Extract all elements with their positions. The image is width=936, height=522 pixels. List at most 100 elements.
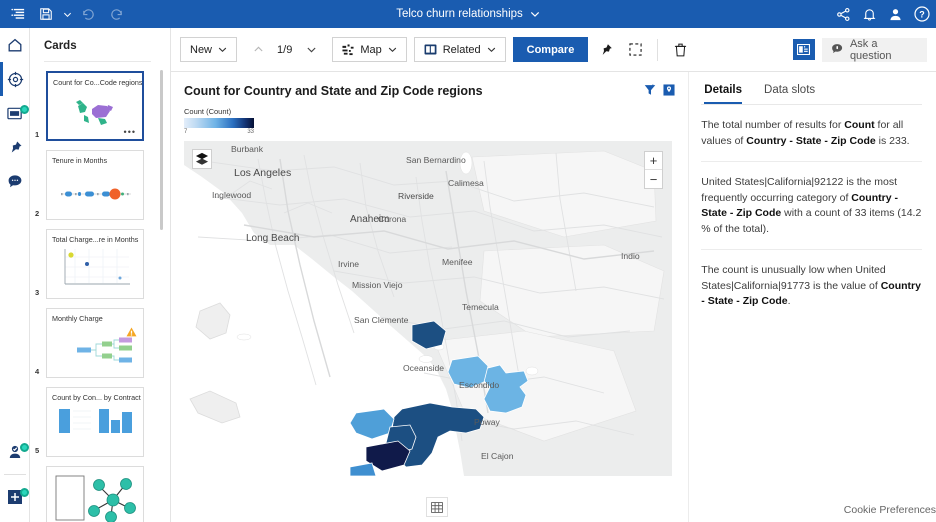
card-label: Count for Co...Code regions xyxy=(53,78,142,87)
user-icon[interactable] xyxy=(888,7,903,22)
share-icon[interactable] xyxy=(836,7,851,22)
cards-panel-title: Cards xyxy=(44,40,77,52)
tab-details[interactable]: Details xyxy=(704,84,743,104)
pin-icon xyxy=(603,43,613,55)
card-thumbnail-5[interactable]: Count by Con... by Contract xyxy=(46,387,144,457)
choropleth-map[interactable]: Burbank Los Angeles Inglewood Long Beach… xyxy=(184,141,672,476)
undo-icon[interactable] xyxy=(74,0,102,28)
save-dropdown-chevron-icon[interactable] xyxy=(60,0,74,28)
bell-icon[interactable] xyxy=(862,7,877,22)
sidebar-item-home[interactable] xyxy=(0,28,30,62)
main-content-area: New 1/9 Map Related Compare Ask a questi… xyxy=(170,28,936,522)
insight-text: The total number of results for Count fo… xyxy=(701,119,910,147)
redo-icon[interactable] xyxy=(102,0,130,28)
add-status-badge xyxy=(20,488,29,497)
sidebar-item-conversation[interactable] xyxy=(0,164,30,198)
legend-label: Count (Count) xyxy=(184,107,232,116)
zoom-out-button[interactable]: − xyxy=(645,170,662,188)
cards-scrollbar[interactable] xyxy=(160,70,163,230)
account-status-badge xyxy=(20,443,29,452)
card-label: Tenure in Months xyxy=(52,156,108,165)
data-status-badge xyxy=(20,105,29,114)
title-chevron-down-icon[interactable] xyxy=(530,9,540,19)
list-item[interactable]: Count for Co...Code regions ••• 1 xyxy=(30,71,165,150)
sidebar-item-add[interactable] xyxy=(0,480,30,514)
card-number: 3 xyxy=(35,288,40,297)
cards-list: Count for Co...Code regions ••• 1 Tenure… xyxy=(30,62,165,522)
scatter-thumb xyxy=(47,245,143,298)
document-title-group: Telco churn relationships xyxy=(0,0,936,28)
tab-data-slots[interactable]: Data slots xyxy=(764,84,815,104)
card-number: 4 xyxy=(35,367,40,376)
card-label: Count by Con... by Contract xyxy=(52,393,141,402)
data-table-icon[interactable] xyxy=(425,497,448,517)
card-number: 5 xyxy=(35,446,40,455)
card-thumbnail-3[interactable]: Total Charge...re in Months xyxy=(46,229,144,299)
viz-footer xyxy=(184,492,689,522)
save-icon[interactable] xyxy=(32,0,60,28)
cookie-preferences-link[interactable]: Cookie Preferences xyxy=(844,504,936,516)
list-menu-icon[interactable] xyxy=(4,0,32,28)
visualization-type-button[interactable]: Map xyxy=(332,37,407,62)
list-item[interactable]: Monthly Charge 4 xyxy=(30,308,165,387)
details-tabs: Details Data slots xyxy=(701,72,922,104)
card-label: Total Charge...re in Months xyxy=(52,235,139,244)
left-nav-rail xyxy=(0,28,30,522)
related-button[interactable]: Related xyxy=(413,37,506,62)
color-legend: Count (Count) 7 33 xyxy=(184,107,688,135)
chevron-down-icon xyxy=(388,47,396,53)
card-more-options-icon[interactable]: ••• xyxy=(124,128,136,137)
page-title[interactable]: Telco churn relationships xyxy=(396,8,523,20)
chevron-down-icon xyxy=(218,47,227,53)
help-icon[interactable]: ? xyxy=(914,6,930,22)
list-item[interactable]: Tenure in Months 2 xyxy=(30,150,165,229)
card-thumbnail-2[interactable]: Tenure in Months xyxy=(46,150,144,220)
details-panel: Details Data slots The total number of r… xyxy=(688,72,936,522)
content-row: Count for Country and State and Zip Code… xyxy=(171,72,936,522)
card-thumbnail-4[interactable]: Monthly Charge xyxy=(46,308,144,378)
sidebar-item-data[interactable] xyxy=(0,96,30,130)
card-thumbnail-6[interactable] xyxy=(46,466,144,522)
visualization-title: Count for Country and State and Zip Code… xyxy=(184,84,483,98)
new-button[interactable]: New xyxy=(180,37,238,62)
compare-button-label: Compare xyxy=(526,43,575,56)
svg-text:?: ? xyxy=(919,9,925,19)
list-item[interactable]: Total Charge...re in Months 3 xyxy=(30,229,165,308)
zoom-in-button[interactable]: + xyxy=(645,152,662,170)
visualization-type-label: Map xyxy=(360,43,382,56)
card-thumbnail-1[interactable]: Count for Co...Code regions ••• xyxy=(46,71,144,141)
legend-min-tick: 7 xyxy=(184,129,188,135)
new-button-label: New xyxy=(190,43,213,56)
prev-card-button[interactable] xyxy=(247,39,269,61)
pin-icon xyxy=(11,141,21,152)
location-pin-icon[interactable] xyxy=(663,84,675,96)
top-app-bar: Telco churn relationships ? xyxy=(0,0,936,28)
next-card-button[interactable] xyxy=(300,39,322,61)
legend-max-tick: 33 xyxy=(247,129,254,135)
list-item[interactable] xyxy=(30,466,165,522)
sidebar-item-account[interactable] xyxy=(0,435,30,469)
rail-divider xyxy=(4,474,26,475)
compare-button[interactable]: Compare xyxy=(512,37,589,62)
delete-button[interactable] xyxy=(669,39,691,61)
marquee-select-button[interactable] xyxy=(624,39,646,61)
visualization-header: Count for Country and State and Zip Code… xyxy=(184,84,688,98)
ask-a-question-input[interactable]: Ask a question xyxy=(821,37,928,62)
pin-card-button[interactable] xyxy=(595,39,617,61)
visualization-panel: Count for Country and State and Zip Code… xyxy=(171,72,688,522)
insight-text: The count is unusually low when United S… xyxy=(701,249,922,322)
sidebar-item-explore[interactable] xyxy=(0,62,30,96)
insight-text: United States|California|92122 is the mo… xyxy=(701,161,922,249)
chat-icon xyxy=(8,174,22,187)
sidebar-item-pinboard[interactable] xyxy=(0,130,30,164)
ask-a-question-placeholder: Ask a question xyxy=(849,37,892,62)
chevron-down-icon xyxy=(487,47,495,53)
filter-icon[interactable] xyxy=(644,84,656,96)
toggle-side-panel-button[interactable] xyxy=(792,39,815,60)
map-layers-icon[interactable] xyxy=(192,149,212,169)
card-label: Monthly Charge xyxy=(52,314,103,323)
tree-thumb xyxy=(47,324,143,377)
map-canvas xyxy=(184,141,672,476)
list-item[interactable]: Count by Con... by Contract 5 xyxy=(30,387,165,466)
related-button-label: Related xyxy=(442,43,481,56)
